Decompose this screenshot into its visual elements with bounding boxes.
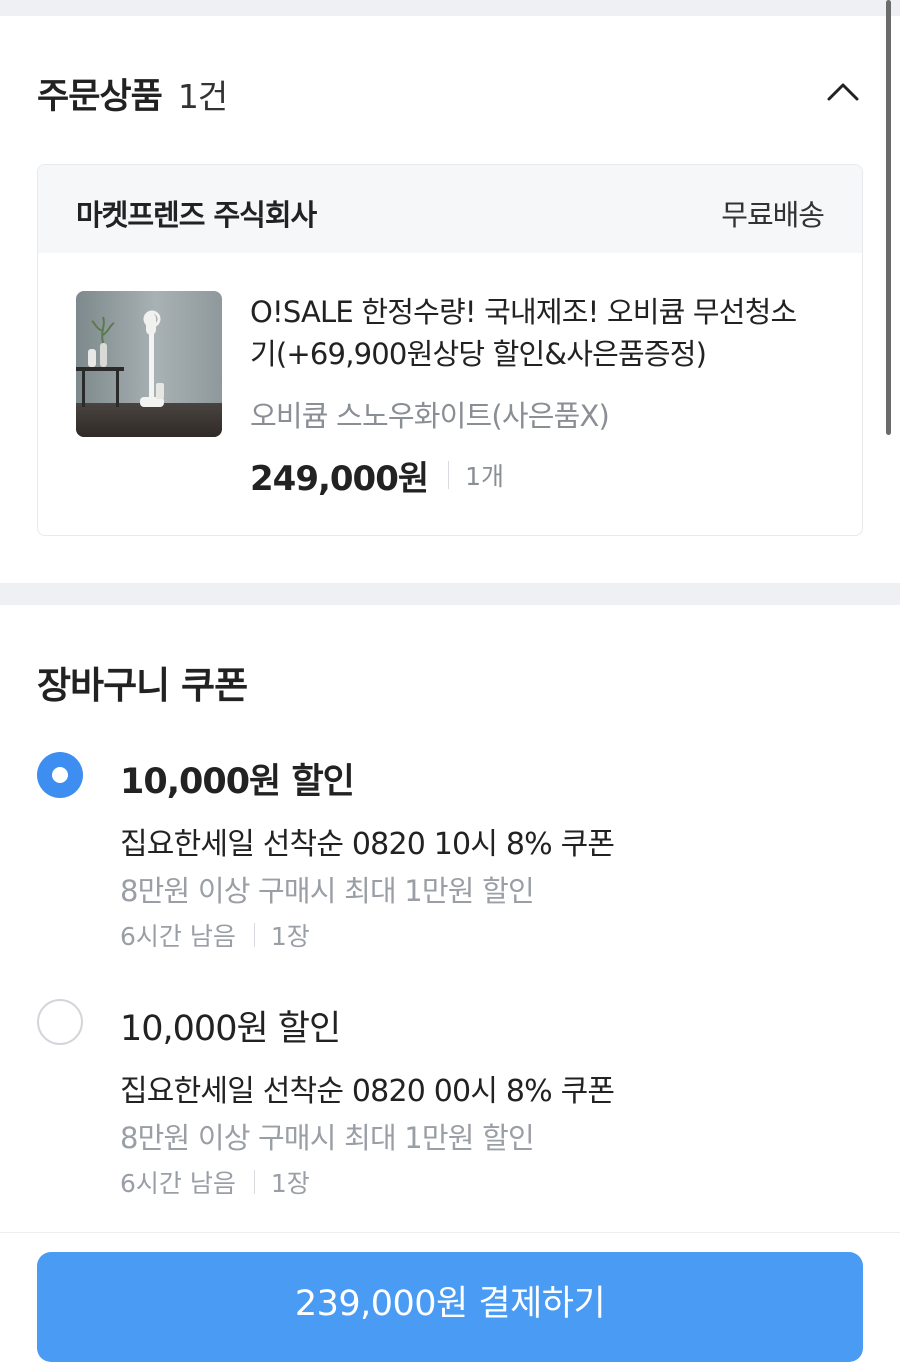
product-name-line-2: 기(+69,900원상당 할인&사은품증정) [250,337,707,371]
product-option: 오비큠 스노우화이트(사은품X) [250,399,610,433]
order-item-count: 1건 [177,77,228,116]
coupon-amount: 10,000원 할인 [120,1009,341,1049]
price-row: 249,000원 1개 [250,453,505,499]
coupon-condition: 8만원 이상 구매시 최대 1만원 할인 [120,1121,535,1155]
order-item-card: 마켓프렌즈 주식회사 무료배송 O!SALE 한정수량! 국내제조! 오비큠 무… [37,164,863,536]
order-section-title: 주문상품 [37,77,163,117]
product-name-line-1: O!SALE 한정수량! 국내제조! 오비큠 무선청소 [250,295,797,329]
vacuum-product-photo-icon [76,291,222,437]
checkout-button[interactable]: 239,000원 결제하기 [37,1252,863,1362]
coupon-option-1[interactable]: 10,000원 할인 집요한세일 선착순 0820 10시 8% 쿠폰 8만원 … [37,752,863,952]
bottom-divider [0,1232,900,1233]
section-divider-band [0,583,900,605]
radio-selected-icon[interactable] [37,752,83,798]
seller-row: 마켓프렌즈 주식회사 무료배송 [38,165,862,253]
coupon-count: 1장 [270,922,310,951]
coupon-meta: 6시간 남음 1장 [120,1164,310,1200]
top-divider-band [0,0,900,16]
meta-divider [253,1170,255,1194]
product-price: 249,000원 [250,458,429,499]
coupon-remaining-time: 6시간 남음 [120,922,236,951]
price-divider [448,461,450,489]
coupon-meta: 6시간 남음 1장 [120,917,310,953]
coupon-remaining-time: 6시간 남음 [120,1169,236,1198]
product-thumbnail[interactable] [76,291,222,437]
chevron-up-icon [827,83,859,101]
shipping-fee-label: 무료배송 [721,198,825,232]
coupon-condition: 8만원 이상 구매시 최대 1만원 할인 [120,874,535,908]
order-section-header: 주문상품 1건 [37,68,863,117]
collapse-button[interactable] [823,72,863,112]
cart-coupon-title: 장바구니 쿠폰 [37,664,248,707]
coupon-name: 집요한세일 선착순 0820 10시 8% 쿠폰 [120,827,615,862]
meta-divider [253,923,255,947]
product-name[interactable]: O!SALE 한정수량! 국내제조! 오비큠 무선청소 기(+69,900원상당… [250,291,840,375]
seller-name: 마켓프렌즈 주식회사 [76,198,317,232]
coupon-count: 1장 [270,1169,310,1198]
scrollbar[interactable] [886,0,891,435]
coupon-amount: 10,000원 할인 [120,762,355,802]
product-quantity: 1개 [465,462,505,491]
radio-unselected-icon[interactable] [37,999,83,1045]
coupon-name: 집요한세일 선착순 0820 00시 8% 쿠폰 [120,1074,615,1109]
coupon-option-2[interactable]: 10,000원 할인 집요한세일 선착순 0820 00시 8% 쿠폰 8만원 … [37,999,863,1199]
